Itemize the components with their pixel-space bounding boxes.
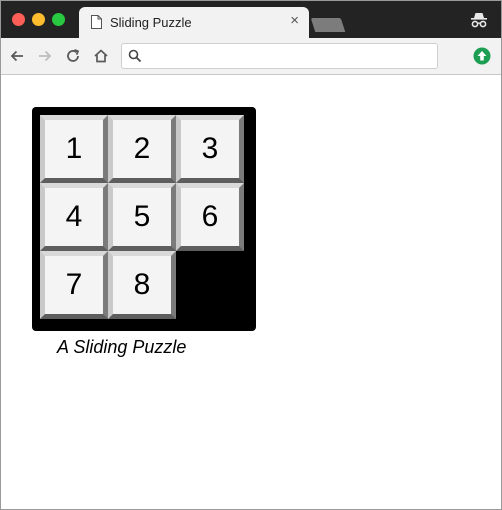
update-arrow-icon[interactable] [473, 47, 491, 65]
puzzle-tile-6[interactable]: 6 [176, 183, 244, 251]
home-button[interactable] [91, 46, 111, 66]
browser-toolbar [1, 38, 501, 75]
puzzle-tile-3[interactable]: 3 [176, 115, 244, 183]
incognito-icon [471, 13, 487, 28]
puzzle-tile-8[interactable]: 8 [108, 251, 176, 319]
window-minimize-button[interactable] [32, 13, 45, 26]
tab-close-icon[interactable]: × [290, 13, 299, 29]
puzzle-tile-4[interactable]: 4 [40, 183, 108, 251]
tab-title: Sliding Puzzle [110, 15, 192, 30]
address-input[interactable] [148, 47, 433, 65]
back-button[interactable] [7, 46, 27, 66]
reload-button[interactable] [63, 46, 83, 66]
home-icon [94, 49, 108, 63]
puzzle-tile-2[interactable]: 2 [108, 115, 176, 183]
sliding-puzzle-board: 1 2 3 4 5 6 7 8 [32, 107, 256, 331]
window-maximize-button[interactable] [52, 13, 65, 26]
reload-icon [67, 48, 80, 62]
puzzle-tile-7[interactable]: 7 [40, 251, 108, 319]
window-close-button[interactable] [12, 13, 25, 26]
document-icon [91, 15, 102, 29]
puzzle-tile-5[interactable]: 5 [108, 183, 176, 251]
new-tab-button[interactable] [310, 18, 346, 32]
page-content: 1 2 3 4 5 6 7 8 A Sliding Puzzle [1, 75, 501, 509]
tab-sliding-puzzle[interactable]: Sliding Puzzle × [79, 7, 309, 38]
arrow-right-icon [39, 50, 52, 62]
puzzle-caption: A Sliding Puzzle [57, 337, 187, 357]
forward-button[interactable] [35, 46, 55, 66]
address-bar[interactable] [121, 43, 438, 69]
arrow-left-icon [10, 50, 23, 62]
browser-window: Sliding Puzzle × 1 2 3 4 5 6 7 8 A Slidi… [0, 0, 502, 510]
puzzle-tile-1[interactable]: 1 [40, 115, 108, 183]
search-icon [128, 49, 142, 63]
tab-strip: Sliding Puzzle × [1, 1, 501, 38]
